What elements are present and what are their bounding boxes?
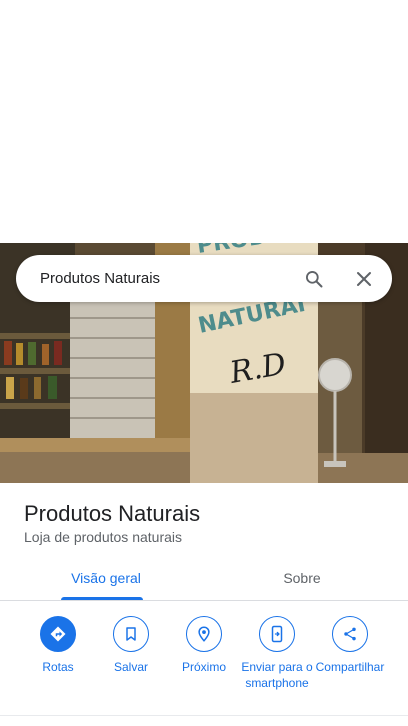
search-bar[interactable]: Produtos Naturais	[16, 255, 392, 302]
nearby-label: Próximo	[181, 660, 226, 674]
close-icon[interactable]	[352, 267, 376, 291]
tab-overview[interactable]: Visão geral	[57, 556, 155, 600]
tab-about[interactable]: Sobre	[252, 556, 352, 600]
directions-button[interactable]: Rotas	[20, 616, 96, 675]
nearby-icon	[186, 616, 222, 652]
active-tab-indicator	[61, 597, 143, 600]
directions-icon	[40, 616, 76, 652]
place-category: Loja de produtos naturais	[24, 529, 182, 545]
nearby-button[interactable]: Próximo	[166, 616, 242, 675]
save-button[interactable]: Salvar	[93, 616, 169, 675]
send-to-phone-label: Enviar para o smartphone	[241, 660, 313, 690]
send-to-phone-icon	[259, 616, 295, 652]
blank-map-area	[0, 0, 408, 243]
send-to-phone-button[interactable]: Enviar para o smartphone	[239, 616, 315, 691]
share-label: Compartilhar	[315, 660, 385, 674]
search-input[interactable]: Produtos Naturais	[40, 270, 302, 287]
save-label: Salvar	[113, 660, 148, 674]
divider	[0, 715, 408, 716]
share-icon	[332, 616, 368, 652]
directions-label: Rotas	[42, 660, 74, 674]
place-title: Produtos Naturais	[24, 501, 201, 526]
bookmark-icon	[113, 616, 149, 652]
tab-bar: Visão geral Sobre	[0, 556, 408, 601]
search-icon[interactable]	[302, 267, 326, 291]
share-button[interactable]: Compartilhar	[312, 616, 388, 675]
